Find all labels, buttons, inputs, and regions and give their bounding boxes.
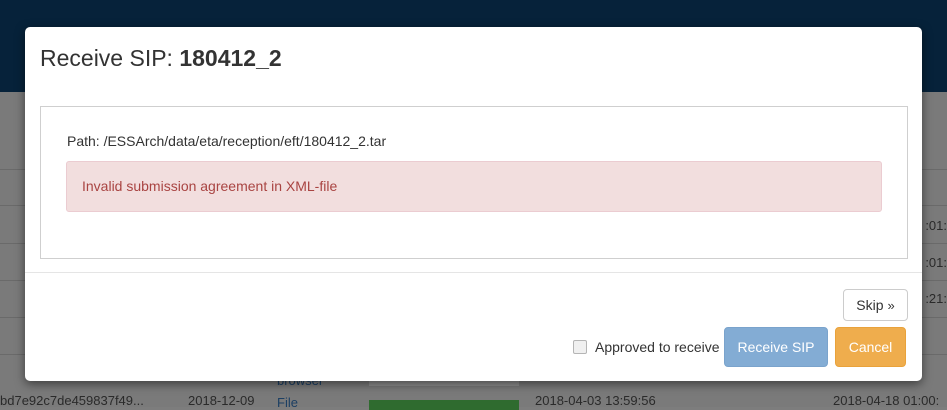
background-cell-date: 2018-04-18 01:00: bbox=[833, 393, 940, 408]
background-file-link[interactable]: File bbox=[277, 395, 298, 410]
background-cell-date: 2018-12-09 bbox=[188, 393, 255, 408]
modal-header: Receive SIP: 180412_2 bbox=[25, 27, 922, 93]
modal-title-sip-name: 180412_2 bbox=[179, 45, 282, 71]
sip-path: Path: /ESSArch/data/eta/reception/eft/18… bbox=[67, 133, 387, 149]
background-cell-date: 2018-04-03 13:59:56 bbox=[535, 393, 656, 408]
sip-info-panel: Path: /ESSArch/data/eta/reception/eft/18… bbox=[40, 106, 908, 259]
approved-to-receive-checkbox[interactable] bbox=[573, 340, 587, 354]
approved-to-receive-label: Approved to receive bbox=[595, 339, 720, 355]
double-chevron-right-icon: » bbox=[887, 297, 895, 313]
cancel-button[interactable]: Cancel bbox=[835, 327, 906, 367]
receive-sip-modal: Receive SIP: 180412_2 Path: /ESSArch/dat… bbox=[25, 27, 922, 381]
table-cell-time: :01: bbox=[925, 218, 947, 233]
receive-sip-button[interactable]: Receive SIP bbox=[724, 327, 828, 367]
table-cell-time: :21: bbox=[925, 291, 947, 306]
error-alert-text: Invalid submission agreement in XML-file bbox=[82, 178, 338, 194]
error-alert: Invalid submission agreement in XML-file bbox=[66, 161, 882, 212]
modal-title-prefix: Receive SIP: bbox=[40, 45, 180, 71]
skip-button-label: Skip bbox=[856, 297, 884, 313]
table-cell-time: :01: bbox=[925, 255, 947, 270]
background-cell-id: bd7e92c7de459837f49... bbox=[0, 393, 144, 408]
approved-to-receive-option[interactable]: Approved to receive bbox=[573, 339, 720, 355]
background-progress-bar bbox=[369, 400, 519, 410]
modal-title: Receive SIP: 180412_2 bbox=[40, 45, 282, 72]
skip-button[interactable]: Skip » bbox=[843, 289, 908, 321]
modal-footer-divider bbox=[25, 272, 922, 273]
